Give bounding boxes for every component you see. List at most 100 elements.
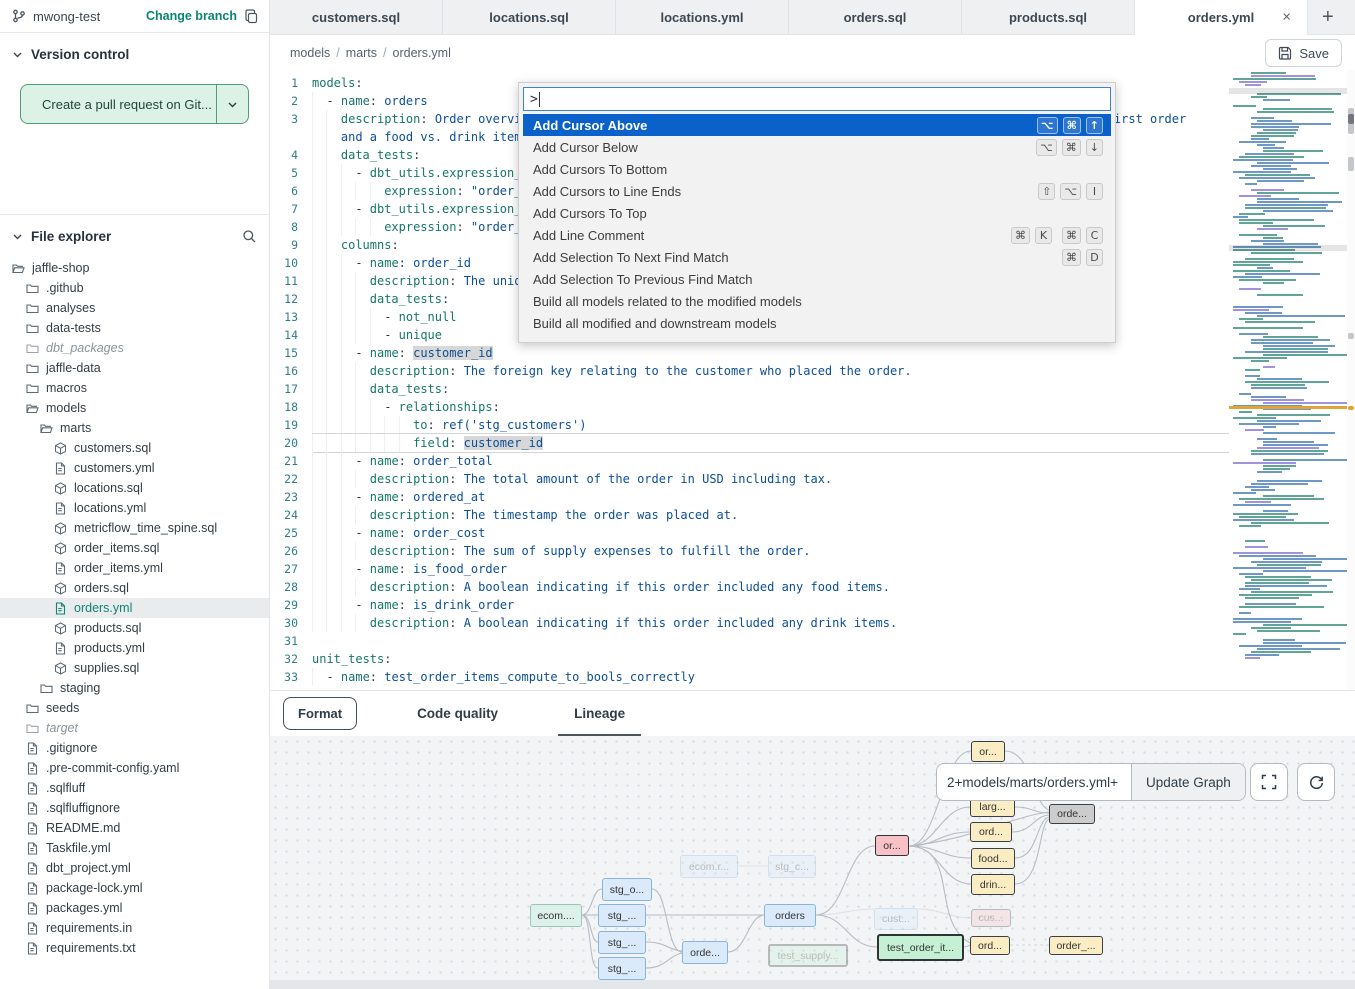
file-item-locations.sql[interactable]: locations.sql bbox=[0, 478, 269, 498]
lineage-node[interactable]: ecom.... bbox=[530, 904, 582, 927]
file-item-dbt_project.yml[interactable]: dbt_project.yml bbox=[0, 858, 269, 878]
file-item-.pre-commit-config.yaml[interactable]: .pre-commit-config.yaml bbox=[0, 758, 269, 778]
file-item-orders.sql[interactable]: orders.sql bbox=[0, 578, 269, 598]
breadcrumb-part[interactable]: orders.yml bbox=[393, 46, 451, 60]
file-item-locations.yml[interactable]: locations.yml bbox=[0, 498, 269, 518]
code-line-33[interactable]: 33- name: test_order_items_compute_to_bo… bbox=[270, 668, 1229, 686]
code-line-25[interactable]: 25- name: order_cost bbox=[270, 524, 1229, 542]
file-item-order_items.sql[interactable]: order_items.sql bbox=[0, 538, 269, 558]
file-item-requirements.txt[interactable]: requirements.txt bbox=[0, 938, 269, 958]
file-item-dbt_packages[interactable]: dbt_packages bbox=[0, 338, 269, 358]
create-pr-caret-button[interactable] bbox=[216, 85, 248, 123]
fullscreen-button[interactable] bbox=[1250, 763, 1288, 801]
tab-customers.sql[interactable]: customers.sql bbox=[270, 0, 443, 34]
file-item-.github[interactable]: .github bbox=[0, 278, 269, 298]
change-branch-link[interactable]: Change branch bbox=[146, 9, 237, 23]
lineage-node[interactable]: ord... bbox=[970, 936, 1010, 955]
palette-item[interactable]: Add Cursors To Top bbox=[523, 202, 1111, 224]
file-item-orders.yml[interactable]: orders.yml bbox=[0, 598, 269, 618]
palette-item[interactable]: Add Cursor Below⌥⌘↓ bbox=[523, 136, 1111, 158]
file-item-macros[interactable]: macros bbox=[0, 378, 269, 398]
lineage-node[interactable]: test_order_it... bbox=[877, 934, 964, 961]
command-palette-input[interactable]: > bbox=[523, 87, 1111, 111]
lineage-node[interactable]: orde... bbox=[1049, 804, 1095, 824]
palette-item[interactable]: Add Cursors To Bottom bbox=[523, 158, 1111, 180]
file-item-metricflow_time_spine.sql[interactable]: metricflow_time_spine.sql bbox=[0, 518, 269, 538]
file-item-Taskfile.yml[interactable]: Taskfile.yml bbox=[0, 838, 269, 858]
lineage-node[interactable]: stg_... bbox=[598, 931, 646, 954]
save-button[interactable]: Save bbox=[1265, 39, 1342, 67]
tab-locations.sql[interactable]: locations.sql bbox=[443, 0, 616, 34]
tab-locations.yml[interactable]: locations.yml bbox=[616, 0, 789, 34]
lineage-node[interactable]: stg_... bbox=[598, 957, 646, 980]
code-line-22[interactable]: 22description: The total amount of the o… bbox=[270, 470, 1229, 488]
breadcrumb-part[interactable]: marts bbox=[346, 46, 377, 60]
palette-item[interactable]: Add Cursors to Line Ends⇧⌥I bbox=[523, 180, 1111, 202]
lineage-node[interactable]: ecom.r... bbox=[680, 855, 738, 878]
lineage-node[interactable]: cust... bbox=[874, 908, 918, 930]
code-line-24[interactable]: 24description: The timestamp the order w… bbox=[270, 506, 1229, 524]
lineage-node[interactable]: stg_c... bbox=[768, 855, 816, 878]
file-item-requirements.in[interactable]: requirements.in bbox=[0, 918, 269, 938]
code-line-17[interactable]: 17data_tests: bbox=[270, 380, 1229, 398]
create-pr-button[interactable]: Create a pull request on Git... bbox=[21, 85, 216, 123]
file-item-package-lock.yml[interactable]: package-lock.yml bbox=[0, 878, 269, 898]
lineage-node[interactable]: order_... bbox=[1049, 936, 1103, 955]
code-line-29[interactable]: 29- name: is_drink_order bbox=[270, 596, 1229, 614]
code-line-15[interactable]: 15- name: customer_id bbox=[270, 344, 1229, 362]
code-line-27[interactable]: 27- name: is_food_order bbox=[270, 560, 1229, 578]
lineage-node[interactable]: stg_o... bbox=[602, 878, 652, 901]
lineage-node[interactable]: or... bbox=[875, 835, 909, 856]
file-item-analyses[interactable]: analyses bbox=[0, 298, 269, 318]
bottom-tab-code-quality[interactable]: Code quality bbox=[401, 691, 514, 737]
file-item-customers.yml[interactable]: customers.yml bbox=[0, 458, 269, 478]
lineage-node[interactable]: ord... bbox=[970, 822, 1012, 842]
lineage-node[interactable]: orde... bbox=[682, 941, 728, 964]
file-item-jaffle-shop[interactable]: jaffle-shop bbox=[0, 258, 269, 278]
lineage-node[interactable]: food... bbox=[971, 848, 1015, 869]
file-item-products.yml[interactable]: products.yml bbox=[0, 638, 269, 658]
format-button[interactable]: Format bbox=[283, 697, 357, 730]
tab-orders.yml[interactable]: orders.yml× bbox=[1135, 0, 1308, 35]
file-item-order_items.yml[interactable]: order_items.yml bbox=[0, 558, 269, 578]
breadcrumb-part[interactable]: models bbox=[290, 46, 330, 60]
file-item-README.md[interactable]: README.md bbox=[0, 818, 269, 838]
search-icon[interactable] bbox=[242, 229, 257, 244]
lineage-graph[interactable]: ecom.... stg_o... stg_... stg_... stg_... eco… bbox=[270, 736, 1355, 980]
lineage-node[interactable]: orders bbox=[764, 904, 816, 927]
update-graph-button[interactable]: Update Graph bbox=[1131, 764, 1245, 800]
bottom-tab-lineage[interactable]: Lineage bbox=[558, 691, 641, 737]
file-item-customers.sql[interactable]: customers.sql bbox=[0, 438, 269, 458]
horizontal-scrollbar[interactable] bbox=[270, 980, 1355, 989]
code-line-20[interactable]: 20field: customer_id bbox=[270, 434, 1229, 452]
file-item-data-tests[interactable]: data-tests bbox=[0, 318, 269, 338]
minimap[interactable] bbox=[1229, 70, 1347, 690]
code-line-21[interactable]: 21- name: order_total bbox=[270, 452, 1229, 470]
palette-item[interactable]: Build all models related to the modified… bbox=[523, 290, 1111, 312]
code-line-23[interactable]: 23- name: ordered_at bbox=[270, 488, 1229, 506]
version-control-header[interactable]: Version control bbox=[0, 33, 269, 72]
lineage-node[interactable]: test_supply... bbox=[768, 944, 848, 967]
file-item-.gitignore[interactable]: .gitignore bbox=[0, 738, 269, 758]
copy-icon[interactable] bbox=[244, 9, 259, 24]
palette-item[interactable]: Add Selection To Previous Find Match bbox=[523, 268, 1111, 290]
close-icon[interactable]: × bbox=[1282, 10, 1291, 25]
file-item-marts[interactable]: marts bbox=[0, 418, 269, 438]
code-line-26[interactable]: 26description: The sum of supply expense… bbox=[270, 542, 1229, 560]
palette-item[interactable]: Build all modified and downstream models bbox=[523, 312, 1111, 334]
tab-orders.sql[interactable]: orders.sql bbox=[789, 0, 962, 34]
palette-item[interactable]: Add Line Comment⌘K⌘C bbox=[523, 224, 1111, 246]
editor-scrollbar[interactable] bbox=[1347, 70, 1355, 690]
palette-item[interactable]: Add Selection To Next Find Match⌘D bbox=[523, 246, 1111, 268]
lineage-node[interactable]: drin... bbox=[971, 874, 1015, 895]
file-item-.sqlfluffignore[interactable]: .sqlfluffignore bbox=[0, 798, 269, 818]
tab-products.sql[interactable]: products.sql bbox=[962, 0, 1135, 34]
code-line-30[interactable]: 30description: A boolean indicating if t… bbox=[270, 614, 1229, 632]
file-item-staging[interactable]: staging bbox=[0, 678, 269, 698]
code-line-32[interactable]: 32unit_tests: bbox=[270, 650, 1229, 668]
code-line-19[interactable]: 19to: ref('stg_customers') bbox=[270, 416, 1229, 434]
file-item-jaffle-data[interactable]: jaffle-data bbox=[0, 358, 269, 378]
lineage-node[interactable]: stg_... bbox=[598, 904, 646, 927]
lineage-node[interactable]: cus... bbox=[971, 909, 1011, 927]
palette-item[interactable]: Add Cursor Above⌥⌘↑ bbox=[523, 114, 1111, 136]
